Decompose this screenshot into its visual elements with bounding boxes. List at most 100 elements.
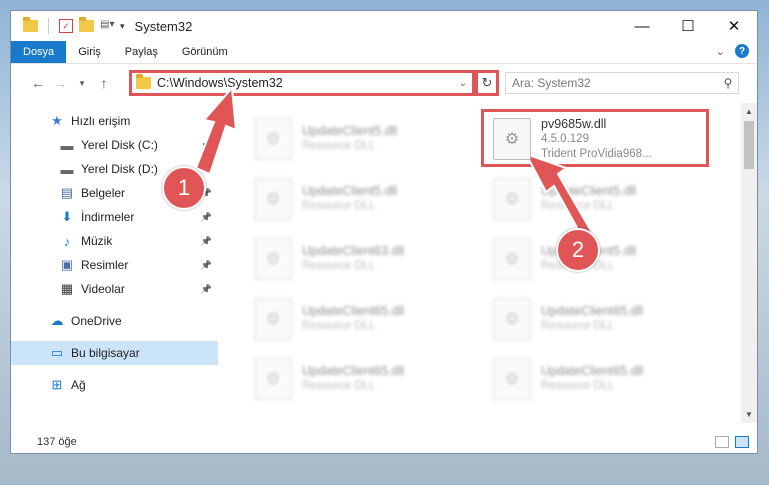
recent-dropdown-icon[interactable]: ▾ bbox=[71, 78, 93, 89]
sidebar-item-label: Videolar bbox=[81, 282, 125, 296]
file-item[interactable]: ⚙ UpdateClient65.dll Resource DLL bbox=[493, 353, 713, 405]
back-arrow-icon[interactable]: ← bbox=[27, 75, 49, 91]
navigation-bar: ← → ▾ ↑ C:\Windows\System32 ⌄ ↻ Ara: Sys… bbox=[11, 64, 757, 102]
file-item[interactable]: ⚙ UpdateClient63.dll Resource DLL bbox=[254, 233, 474, 285]
sidebar-item[interactable]: ▬ Yerel Disk (C:) 📌 bbox=[11, 133, 218, 157]
pin-icon[interactable]: 📌 bbox=[201, 140, 212, 151]
scroll-thumb[interactable] bbox=[744, 121, 754, 169]
step-marker-1: 1 bbox=[162, 166, 206, 210]
star-icon: ★ bbox=[51, 113, 63, 128]
address-bar[interactable]: C:\Windows\System32 ⌄ bbox=[129, 70, 475, 96]
tab-file[interactable]: Dosya bbox=[11, 41, 67, 63]
sidebar-item-label: Yerel Disk (C:) bbox=[81, 138, 158, 152]
file-detail: Resource DLL bbox=[541, 320, 615, 332]
sidebar-item-label: Müzik bbox=[81, 234, 113, 248]
properties-icon[interactable]: ✓ bbox=[59, 19, 73, 33]
file-item[interactable]: ⚙UpdateClient5.dllResource DLL bbox=[493, 173, 713, 225]
refresh-button[interactable]: ↻ bbox=[475, 70, 499, 96]
file-detail: Resource DLL bbox=[541, 380, 615, 392]
tab-view[interactable]: Görünüm bbox=[170, 41, 240, 63]
sidebar-item-label: Bu bilgisayar bbox=[71, 346, 140, 360]
file-name: UpdateClient5.dll bbox=[302, 184, 398, 198]
pin-icon[interactable]: 📌 bbox=[201, 212, 212, 223]
file-name: UpdateClient65.dll bbox=[541, 304, 644, 318]
file-name: UpdateClient65.dll bbox=[302, 304, 405, 318]
sidebar-item-label: Yerel Disk (D:) bbox=[81, 162, 158, 176]
file-detail: Resource DLL bbox=[302, 200, 376, 212]
large-icons-view-icon[interactable] bbox=[735, 436, 749, 448]
sidebar-item[interactable]: ▭ Bu bilgisayar bbox=[11, 341, 218, 365]
file-item[interactable]: ⚙ UpdateClient65.dll Resource DLL bbox=[493, 293, 713, 345]
scroll-up-icon[interactable]: ▲ bbox=[741, 107, 757, 116]
file-item[interactable]: ⚙ UpdateClient5.dll Resource DLL bbox=[254, 173, 474, 225]
sidebar-item[interactable]: ▦ Videolar 📌 bbox=[11, 277, 218, 301]
ribbon-expand-icon[interactable]: ⌄ bbox=[716, 45, 725, 58]
forward-arrow-icon[interactable]: → bbox=[49, 75, 71, 91]
quick-access-toolbar: ✓ ▤▾ ▾ bbox=[11, 17, 125, 34]
drive-icon: ▬ bbox=[60, 137, 74, 153]
pin-icon[interactable]: 📌 bbox=[201, 236, 212, 247]
tab-share[interactable]: Paylaş bbox=[113, 41, 170, 63]
dll-file-icon: ⚙ bbox=[254, 178, 292, 220]
file-detail: Resource DLL bbox=[541, 200, 615, 212]
address-path[interactable]: C:\Windows\System32 bbox=[157, 76, 454, 90]
details-view-icon[interactable] bbox=[715, 436, 729, 448]
dll-file-icon: ⚙ bbox=[493, 238, 531, 280]
search-icon: ⚲ bbox=[723, 76, 733, 90]
sidebar-item[interactable]: ☁ OneDrive bbox=[11, 309, 218, 333]
file-item[interactable]: ⚙UpdateClient5.dllResource DLL bbox=[493, 233, 713, 285]
search-box[interactable]: Ara: System32 ⚲ bbox=[505, 72, 739, 94]
minimize-button[interactable]: — bbox=[619, 11, 665, 41]
help-icon[interactable]: ? bbox=[735, 44, 749, 58]
pin-icon[interactable]: 📌 bbox=[201, 164, 212, 175]
sidebar-item-label: Resimler bbox=[81, 258, 129, 272]
scroll-down-icon[interactable]: ▼ bbox=[741, 410, 757, 419]
pictures-icon: ▣ bbox=[60, 257, 74, 272]
status-bar: 137 öğe bbox=[11, 431, 757, 453]
sidebar-item-label: OneDrive bbox=[71, 314, 122, 328]
sidebar-item[interactable]: ⊞ Ağ bbox=[11, 373, 218, 397]
sidebar-item[interactable]: ★ Hızlı erişim bbox=[11, 109, 218, 133]
computer-icon: ▭ bbox=[50, 345, 64, 360]
maximize-button[interactable]: ☐ bbox=[665, 11, 711, 41]
sidebar-item-label: Ağ bbox=[71, 378, 86, 392]
sidebar-item[interactable]: ▣ Resimler 📌 bbox=[11, 253, 218, 277]
file-name: UpdateClient65.dll bbox=[541, 364, 644, 378]
new-folder-icon[interactable] bbox=[79, 17, 94, 32]
address-dropdown-icon[interactable]: ⌄ bbox=[454, 78, 472, 89]
search-input[interactable]: Ara: System32 bbox=[512, 76, 718, 90]
vertical-scrollbar[interactable]: ▲ ▼ bbox=[741, 103, 757, 423]
ribbon-tabs: Dosya Giriş Paylaş Görünüm ⌄ ? bbox=[11, 41, 757, 64]
sidebar-item-label: Hızlı erişim bbox=[71, 114, 131, 128]
file-detail: Resource DLL bbox=[302, 320, 376, 332]
video-icon: ▦ bbox=[60, 281, 74, 296]
download-icon: ⬇ bbox=[61, 209, 73, 224]
dll-file-icon: ⚙ bbox=[254, 118, 292, 160]
customize-icon[interactable]: ▤▾ bbox=[100, 19, 114, 33]
address-folder-icon bbox=[136, 74, 151, 89]
documents-icon: ▤ bbox=[60, 185, 74, 200]
qa-dropdown-icon[interactable]: ▾ bbox=[120, 21, 125, 32]
file-item[interactable]: ⚙ UpdateClient65.dll Resource DLL bbox=[254, 353, 474, 405]
file-name: UpdateClient63.dll bbox=[302, 244, 405, 258]
file-item[interactable]: ⚙ UpdateClient65.dll Resource DLL bbox=[254, 293, 474, 345]
file-item[interactable]: ⚙UpdateClient5.dllResource DLL bbox=[254, 113, 474, 165]
sidebar-item[interactable]: ♪ Müzik 📌 bbox=[11, 229, 218, 253]
refresh-icon: ↻ bbox=[481, 75, 493, 90]
up-arrow-icon[interactable]: ↑ bbox=[93, 75, 115, 91]
pin-icon[interactable]: 📌 bbox=[201, 284, 212, 295]
folder-icon bbox=[23, 17, 38, 32]
cloud-icon: ☁ bbox=[50, 313, 64, 328]
target-dll-file[interactable]: ⚙ pv9685w.dll 4.5.0.129 Trident ProVidia968… bbox=[493, 113, 713, 165]
navigation-pane: ★ Hızlı erişim ▬ Yerel Disk (C:) 📌 ▬ Yerel Dis… bbox=[11, 103, 218, 423]
file-name: UpdateClient65.dll bbox=[302, 364, 405, 378]
dll-file-icon: ⚙ bbox=[493, 178, 531, 220]
tab-home[interactable]: Giriş bbox=[66, 41, 113, 63]
pin-icon[interactable]: 📌 bbox=[201, 260, 212, 271]
step-marker-2: 2 bbox=[556, 228, 600, 272]
dll-file-icon: ⚙ bbox=[254, 238, 292, 280]
close-button[interactable]: ✕ bbox=[711, 11, 757, 41]
file-name: pv9685w.dll bbox=[541, 116, 607, 131]
dll-file-icon: ⚙ bbox=[254, 358, 292, 400]
drive-icon: ▬ bbox=[60, 161, 74, 177]
